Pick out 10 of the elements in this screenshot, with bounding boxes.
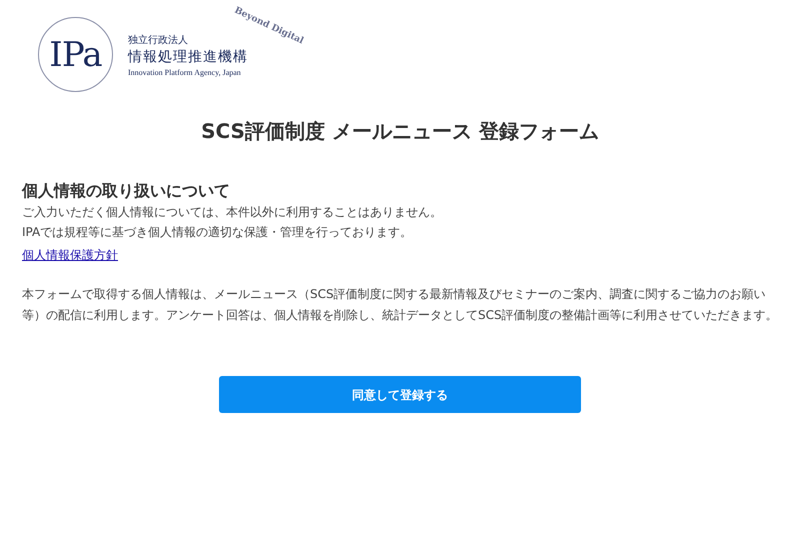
privacy-text: ご入力いただく個人情報については、本件以外に利用することはありません。 [22, 204, 443, 221]
privacy-text: IPAでは規程等に基づき個人情報の適切な保護・管理を行っております。 [22, 224, 414, 241]
notice-text: 本フォームで取得する個人情報は、メールニュース（SCS評価制度に関する最新情報及びセミナーのご案内、調査に関するご協力のお願い等）の配信に利用します。アンケート回答は、個人情報を削除し、統計データとしてSCS評価制度の整備計画等に利用させていただきます。 [22, 286, 779, 324]
org-type: 独立行政法人 [128, 34, 188, 48]
org-name-english: Innovation Platform Agency, Japan [128, 67, 241, 79]
page-title: SCS評価制度 メールニュース 登録フォーム [201, 118, 599, 145]
logo-emblem: IPa [38, 17, 113, 92]
privacy-policy-link[interactable]: 個人情報保護方針 [22, 245, 118, 265]
section-heading: 個人情報の取り扱いについて [22, 180, 231, 202]
org-name: 情報処理推進機構 [128, 48, 248, 67]
